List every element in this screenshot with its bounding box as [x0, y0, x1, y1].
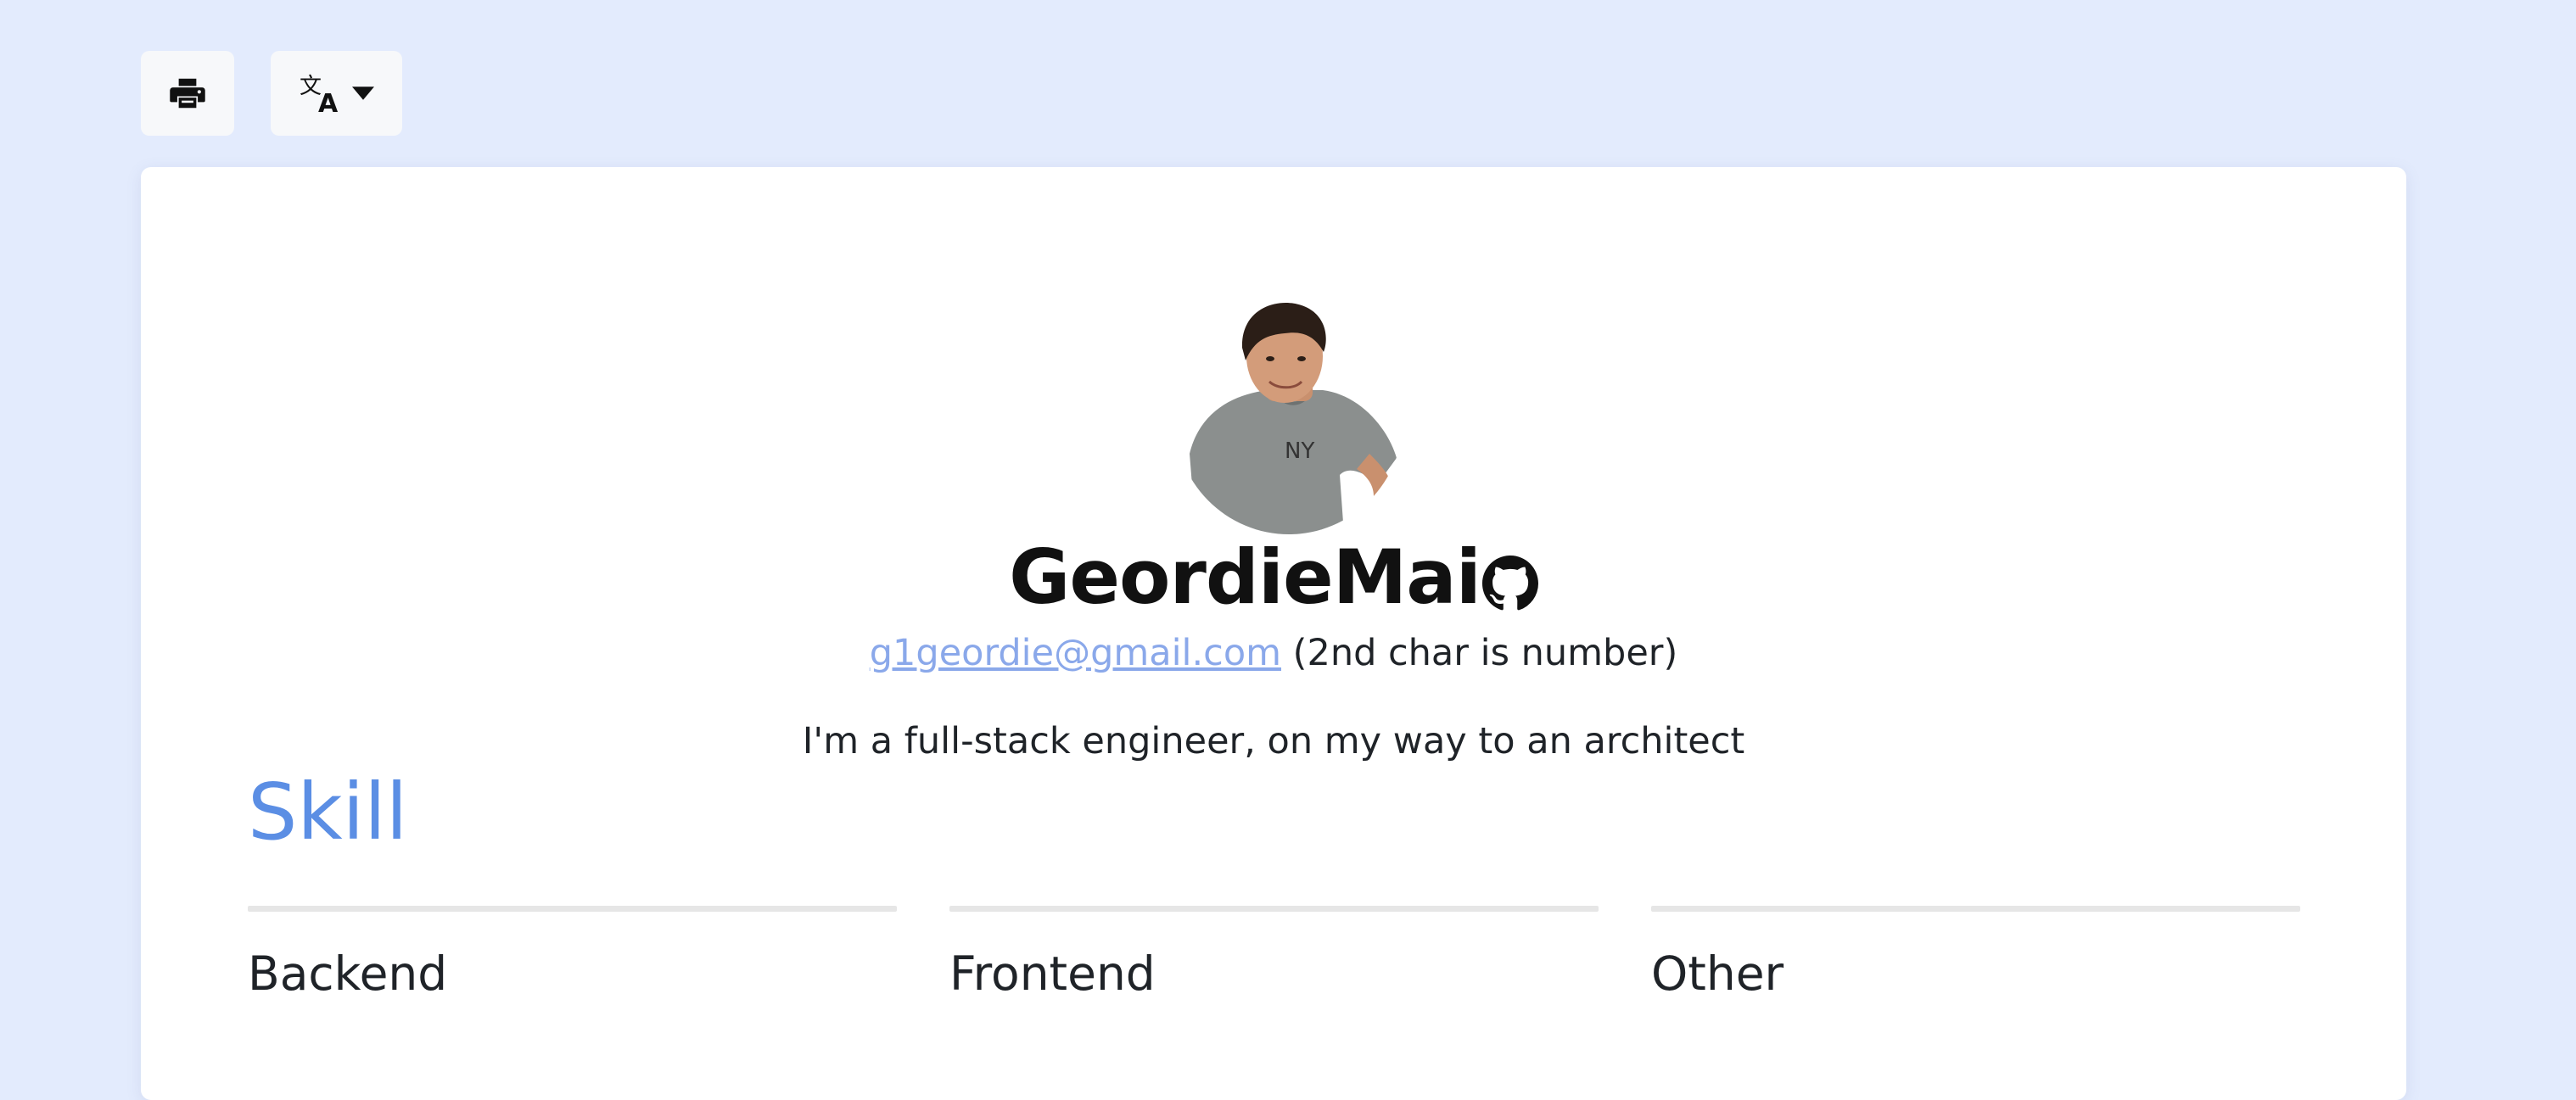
email-note: (2nd char is number) — [1281, 632, 1678, 674]
section-title-skill: Skill — [248, 767, 408, 857]
skill-column-frontend: Frontend — [949, 906, 1599, 1002]
svg-text:NY: NY — [1285, 438, 1314, 464]
contact-row: g1geordie@gmail.com (2nd char is number) — [141, 632, 2406, 676]
resume-card: NY GeordieMai g1geordie@gmail.com (2nd c… — [141, 167, 2406, 1100]
profile-name-row: GeordieMai — [141, 540, 2406, 615]
printer-icon — [170, 77, 205, 109]
skill-column-other: Other — [1651, 906, 2300, 1002]
column-divider — [248, 906, 897, 912]
translate-icon: 文 A — [300, 73, 349, 114]
column-title: Other — [1651, 946, 1784, 1001]
avatar: NY — [1174, 301, 1403, 534]
skill-column-backend: Backend — [248, 906, 897, 1002]
github-icon[interactable] — [1481, 533, 1538, 621]
profile-name: GeordieMai — [1009, 533, 1481, 621]
column-title: Frontend — [949, 946, 1156, 1001]
print-button[interactable] — [141, 51, 234, 136]
tagline: I'm a full-stack engineer, on my way to … — [802, 720, 1745, 762]
caret-down-icon — [351, 87, 374, 100]
column-title: Backend — [248, 946, 448, 1001]
language-dropdown-button[interactable]: 文 A — [271, 51, 402, 136]
email-link[interactable]: g1geordie@gmail.com — [870, 632, 1281, 674]
column-divider — [1651, 906, 2300, 912]
svg-text:A: A — [318, 89, 339, 114]
column-divider — [949, 906, 1599, 912]
